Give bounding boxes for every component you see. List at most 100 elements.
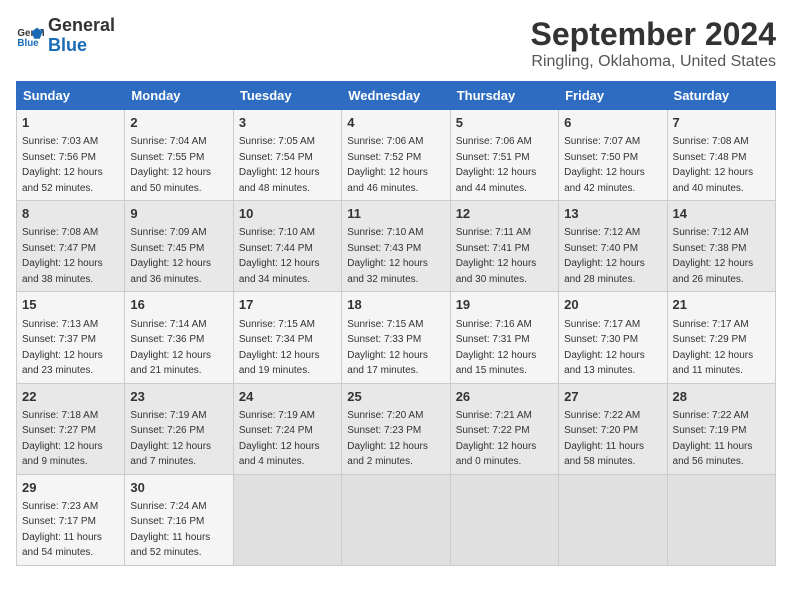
table-row [233, 474, 341, 565]
calendar-table: Sunday Monday Tuesday Wednesday Thursday… [16, 81, 776, 566]
day-number: 26 [456, 388, 553, 406]
table-row: 29 Sunrise: 7:23 AMSunset: 7:17 PMDaylig… [17, 474, 125, 565]
calendar-row: 8 Sunrise: 7:08 AMSunset: 7:47 PMDayligh… [17, 201, 776, 292]
table-row: 3 Sunrise: 7:05 AMSunset: 7:54 PMDayligh… [233, 110, 341, 201]
day-info: Sunrise: 7:15 AMSunset: 7:33 PMDaylight:… [347, 319, 428, 377]
day-number: 13 [564, 205, 661, 223]
table-row: 18 Sunrise: 7:15 AMSunset: 7:33 PMDaylig… [342, 292, 450, 383]
table-row: 5 Sunrise: 7:06 AMSunset: 7:51 PMDayligh… [450, 110, 558, 201]
day-info: Sunrise: 7:12 AMSunset: 7:38 PMDaylight:… [673, 227, 754, 285]
day-info: Sunrise: 7:10 AMSunset: 7:44 PMDaylight:… [239, 227, 320, 285]
table-row: 19 Sunrise: 7:16 AMSunset: 7:31 PMDaylig… [450, 292, 558, 383]
day-number: 2 [130, 114, 227, 132]
table-row [342, 474, 450, 565]
weekday-saturday: Saturday [667, 82, 775, 110]
day-info: Sunrise: 7:10 AMSunset: 7:43 PMDaylight:… [347, 227, 428, 285]
day-info: Sunrise: 7:08 AMSunset: 7:47 PMDaylight:… [22, 227, 103, 285]
calendar-row: 15 Sunrise: 7:13 AMSunset: 7:37 PMDaylig… [17, 292, 776, 383]
calendar-row: 22 Sunrise: 7:18 AMSunset: 7:27 PMDaylig… [17, 383, 776, 474]
table-row: 11 Sunrise: 7:10 AMSunset: 7:43 PMDaylig… [342, 201, 450, 292]
table-row: 26 Sunrise: 7:21 AMSunset: 7:22 PMDaylig… [450, 383, 558, 474]
day-number: 10 [239, 205, 336, 223]
table-row: 20 Sunrise: 7:17 AMSunset: 7:30 PMDaylig… [559, 292, 667, 383]
day-info: Sunrise: 7:04 AMSunset: 7:55 PMDaylight:… [130, 136, 211, 194]
table-row: 27 Sunrise: 7:22 AMSunset: 7:20 PMDaylig… [559, 383, 667, 474]
day-info: Sunrise: 7:24 AMSunset: 7:16 PMDaylight:… [130, 501, 210, 559]
table-row: 21 Sunrise: 7:17 AMSunset: 7:29 PMDaylig… [667, 292, 775, 383]
day-info: Sunrise: 7:03 AMSunset: 7:56 PMDaylight:… [22, 136, 103, 194]
day-number: 21 [673, 296, 770, 314]
logo-text: General Blue [48, 16, 115, 56]
day-number: 25 [347, 388, 444, 406]
table-row: 9 Sunrise: 7:09 AMSunset: 7:45 PMDayligh… [125, 201, 233, 292]
day-number: 5 [456, 114, 553, 132]
day-number: 16 [130, 296, 227, 314]
table-row: 10 Sunrise: 7:10 AMSunset: 7:44 PMDaylig… [233, 201, 341, 292]
logo-icon: General Blue [16, 22, 44, 50]
table-row: 22 Sunrise: 7:18 AMSunset: 7:27 PMDaylig… [17, 383, 125, 474]
location-title: Ringling, Oklahoma, United States [531, 53, 776, 71]
day-number: 22 [22, 388, 119, 406]
table-row: 1 Sunrise: 7:03 AMSunset: 7:56 PMDayligh… [17, 110, 125, 201]
table-row [667, 474, 775, 565]
svg-text:Blue: Blue [17, 38, 39, 49]
day-number: 6 [564, 114, 661, 132]
day-number: 20 [564, 296, 661, 314]
table-row: 30 Sunrise: 7:24 AMSunset: 7:16 PMDaylig… [125, 474, 233, 565]
table-row: 13 Sunrise: 7:12 AMSunset: 7:40 PMDaylig… [559, 201, 667, 292]
table-row: 14 Sunrise: 7:12 AMSunset: 7:38 PMDaylig… [667, 201, 775, 292]
day-info: Sunrise: 7:13 AMSunset: 7:37 PMDaylight:… [22, 319, 103, 377]
calendar-row: 29 Sunrise: 7:23 AMSunset: 7:17 PMDaylig… [17, 474, 776, 565]
month-title: September 2024 [531, 16, 776, 53]
day-info: Sunrise: 7:18 AMSunset: 7:27 PMDaylight:… [22, 410, 103, 468]
day-info: Sunrise: 7:16 AMSunset: 7:31 PMDaylight:… [456, 319, 537, 377]
table-row: 6 Sunrise: 7:07 AMSunset: 7:50 PMDayligh… [559, 110, 667, 201]
day-info: Sunrise: 7:19 AMSunset: 7:24 PMDaylight:… [239, 410, 320, 468]
weekday-tuesday: Tuesday [233, 82, 341, 110]
day-info: Sunrise: 7:12 AMSunset: 7:40 PMDaylight:… [564, 227, 645, 285]
table-row: 15 Sunrise: 7:13 AMSunset: 7:37 PMDaylig… [17, 292, 125, 383]
day-number: 19 [456, 296, 553, 314]
weekday-sunday: Sunday [17, 82, 125, 110]
day-number: 18 [347, 296, 444, 314]
day-info: Sunrise: 7:19 AMSunset: 7:26 PMDaylight:… [130, 410, 211, 468]
day-info: Sunrise: 7:07 AMSunset: 7:50 PMDaylight:… [564, 136, 645, 194]
table-row: 28 Sunrise: 7:22 AMSunset: 7:19 PMDaylig… [667, 383, 775, 474]
day-info: Sunrise: 7:09 AMSunset: 7:45 PMDaylight:… [130, 227, 211, 285]
table-row: 2 Sunrise: 7:04 AMSunset: 7:55 PMDayligh… [125, 110, 233, 201]
table-row: 24 Sunrise: 7:19 AMSunset: 7:24 PMDaylig… [233, 383, 341, 474]
title-area: September 2024 Ringling, Oklahoma, Unite… [531, 16, 776, 71]
table-row [559, 474, 667, 565]
day-info: Sunrise: 7:08 AMSunset: 7:48 PMDaylight:… [673, 136, 754, 194]
weekday-wednesday: Wednesday [342, 82, 450, 110]
weekday-monday: Monday [125, 82, 233, 110]
day-info: Sunrise: 7:22 AMSunset: 7:19 PMDaylight:… [673, 410, 753, 468]
table-row: 4 Sunrise: 7:06 AMSunset: 7:52 PMDayligh… [342, 110, 450, 201]
day-info: Sunrise: 7:05 AMSunset: 7:54 PMDaylight:… [239, 136, 320, 194]
page-header: General Blue General Blue September 2024… [16, 16, 776, 71]
day-number: 4 [347, 114, 444, 132]
day-info: Sunrise: 7:17 AMSunset: 7:30 PMDaylight:… [564, 319, 645, 377]
day-info: Sunrise: 7:06 AMSunset: 7:52 PMDaylight:… [347, 136, 428, 194]
table-row: 8 Sunrise: 7:08 AMSunset: 7:47 PMDayligh… [17, 201, 125, 292]
day-number: 9 [130, 205, 227, 223]
day-info: Sunrise: 7:22 AMSunset: 7:20 PMDaylight:… [564, 410, 644, 468]
table-row: 23 Sunrise: 7:19 AMSunset: 7:26 PMDaylig… [125, 383, 233, 474]
day-info: Sunrise: 7:14 AMSunset: 7:36 PMDaylight:… [130, 319, 211, 377]
day-info: Sunrise: 7:20 AMSunset: 7:23 PMDaylight:… [347, 410, 428, 468]
weekday-header-row: Sunday Monday Tuesday Wednesday Thursday… [17, 82, 776, 110]
day-info: Sunrise: 7:15 AMSunset: 7:34 PMDaylight:… [239, 319, 320, 377]
day-info: Sunrise: 7:11 AMSunset: 7:41 PMDaylight:… [456, 227, 537, 285]
day-number: 14 [673, 205, 770, 223]
logo: General Blue General Blue [16, 16, 115, 56]
day-number: 27 [564, 388, 661, 406]
calendar-row: 1 Sunrise: 7:03 AMSunset: 7:56 PMDayligh… [17, 110, 776, 201]
day-number: 11 [347, 205, 444, 223]
table-row: 12 Sunrise: 7:11 AMSunset: 7:41 PMDaylig… [450, 201, 558, 292]
weekday-thursday: Thursday [450, 82, 558, 110]
day-info: Sunrise: 7:06 AMSunset: 7:51 PMDaylight:… [456, 136, 537, 194]
table-row: 17 Sunrise: 7:15 AMSunset: 7:34 PMDaylig… [233, 292, 341, 383]
day-number: 23 [130, 388, 227, 406]
table-row: 16 Sunrise: 7:14 AMSunset: 7:36 PMDaylig… [125, 292, 233, 383]
day-number: 29 [22, 479, 119, 497]
